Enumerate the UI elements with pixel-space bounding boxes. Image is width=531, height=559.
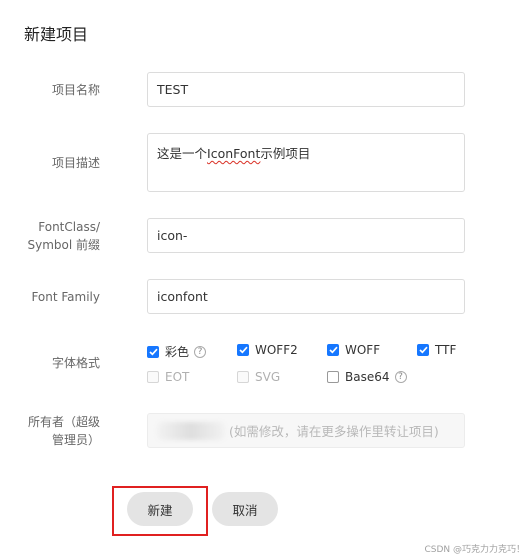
font-format-label: 字体格式 bbox=[51, 356, 100, 370]
description-value: 这是一个IconFont示例项目 bbox=[157, 146, 311, 161]
owner-field: (如需修改，请在更多操作里转让项目) bbox=[147, 413, 465, 448]
format-woff-checkbox[interactable]: WOFF bbox=[327, 343, 380, 357]
font-family-input[interactable]: iconfont bbox=[147, 279, 465, 314]
font-family-label: Font Family bbox=[31, 290, 100, 304]
prefix-input[interactable]: icon- bbox=[147, 218, 465, 253]
name-label: 项目名称 bbox=[51, 83, 100, 97]
create-button[interactable]: 新建 bbox=[127, 492, 193, 526]
prefix-value: icon- bbox=[157, 228, 188, 243]
format-ttf-checkbox[interactable]: TTF bbox=[417, 343, 456, 357]
name-input[interactable]: TEST bbox=[147, 72, 465, 107]
checkbox-checked-icon bbox=[237, 344, 249, 356]
format-eot-checkbox: EOT bbox=[147, 370, 189, 384]
name-value: TEST bbox=[157, 82, 189, 97]
format-woff2-checkbox[interactable]: WOFF2 bbox=[237, 343, 298, 357]
format-base64-checkbox[interactable]: Base64 ? bbox=[327, 370, 407, 384]
help-icon[interactable]: ? bbox=[394, 371, 407, 383]
description-textarea[interactable]: 这是一个IconFont示例项目 bbox=[147, 133, 465, 192]
font-family-value: iconfont bbox=[157, 289, 208, 304]
watermark: CSDN @巧克力力克巧！ bbox=[424, 545, 525, 555]
owner-label: 所有者（超级 管理员） bbox=[27, 415, 100, 447]
checkbox-unchecked-icon bbox=[327, 371, 339, 383]
format-color-checkbox[interactable]: 彩色 ? bbox=[147, 343, 207, 360]
checkbox-checked-icon bbox=[417, 344, 429, 356]
owner-hint: (如需修改，请在更多操作里转让项目) bbox=[229, 424, 439, 439]
format-svg-checkbox: SVG bbox=[237, 370, 280, 384]
owner-redacted bbox=[157, 421, 225, 440]
checkbox-checked-icon bbox=[327, 344, 339, 356]
checkbox-disabled-icon bbox=[237, 371, 249, 383]
description-label: 项目描述 bbox=[51, 156, 100, 170]
cancel-button[interactable]: 取消 bbox=[212, 492, 278, 526]
prefix-label: FontClass/ Symbol 前缀 bbox=[27, 220, 100, 252]
checkbox-checked-icon bbox=[147, 345, 159, 358]
page-title: 新建项目 bbox=[24, 25, 89, 44]
checkbox-disabled-icon bbox=[147, 371, 159, 383]
spellcheck-underline: IconFont bbox=[207, 146, 261, 161]
help-icon[interactable]: ? bbox=[194, 345, 207, 358]
